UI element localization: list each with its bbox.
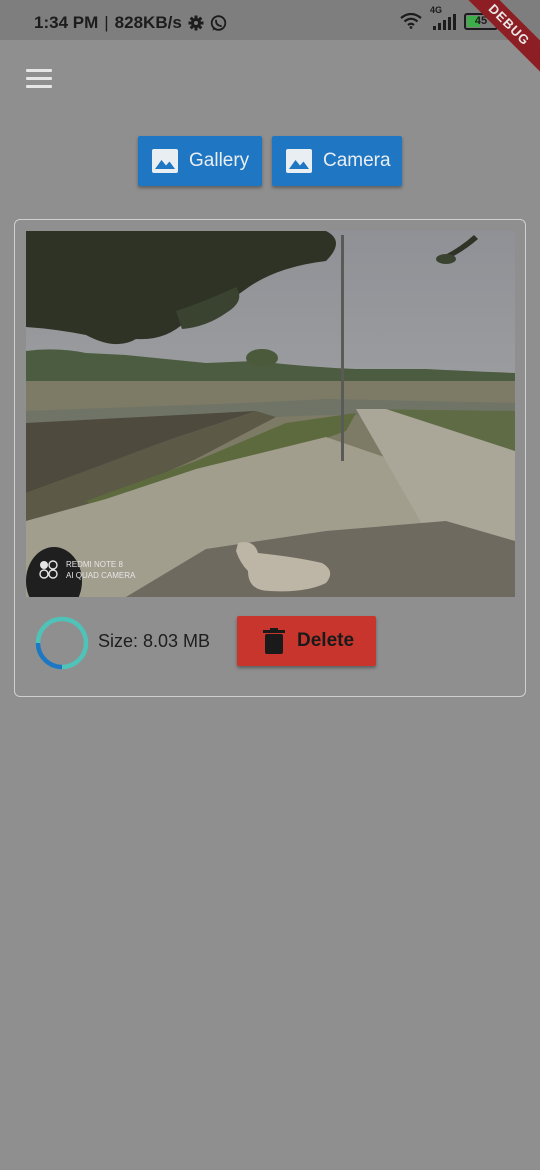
image-card: REDMI NOTE 8 AI QUAD CAMERA Size: 8.03 M…	[14, 219, 526, 697]
delete-label: Delete	[297, 630, 355, 651]
status-separator: |	[104, 13, 109, 32]
status-time: 1:34 PM	[34, 13, 99, 32]
camera-button[interactable]: Camera	[272, 136, 402, 186]
delete-button[interactable]: Delete	[237, 616, 376, 666]
whatsapp-icon	[210, 14, 226, 31]
gallery-button[interactable]: Gallery	[138, 136, 262, 186]
gear-icon	[188, 15, 204, 31]
network-speed: 828KB/s	[114, 13, 182, 32]
trash-icon	[263, 628, 285, 654]
wifi-icon	[400, 13, 422, 29]
file-size-label: Size: 8.03 MB	[98, 631, 211, 651]
image-icon	[152, 149, 178, 173]
menu-line	[26, 77, 52, 80]
menu-line	[26, 85, 52, 88]
image-icon	[286, 149, 312, 173]
watermark-line1: REDMI NOTE 8	[66, 560, 123, 569]
gallery-label: Gallery	[189, 150, 250, 171]
menu-line	[26, 69, 52, 72]
menu-icon[interactable]	[26, 69, 52, 89]
selected-photo: REDMI NOTE 8 AI QUAD CAMERA	[26, 231, 515, 597]
cellular-signal: 4G	[430, 5, 456, 30]
camera-label: Camera	[323, 150, 391, 171]
status-left: 1:34 PM | 828KB/s	[34, 13, 227, 33]
status-bar: 1:34 PM | 828KB/s 4G 45	[0, 0, 540, 40]
watermark-line2: AI QUAD CAMERA	[66, 571, 136, 580]
progress-indicator	[35, 616, 89, 670]
signal-icon	[433, 14, 456, 30]
